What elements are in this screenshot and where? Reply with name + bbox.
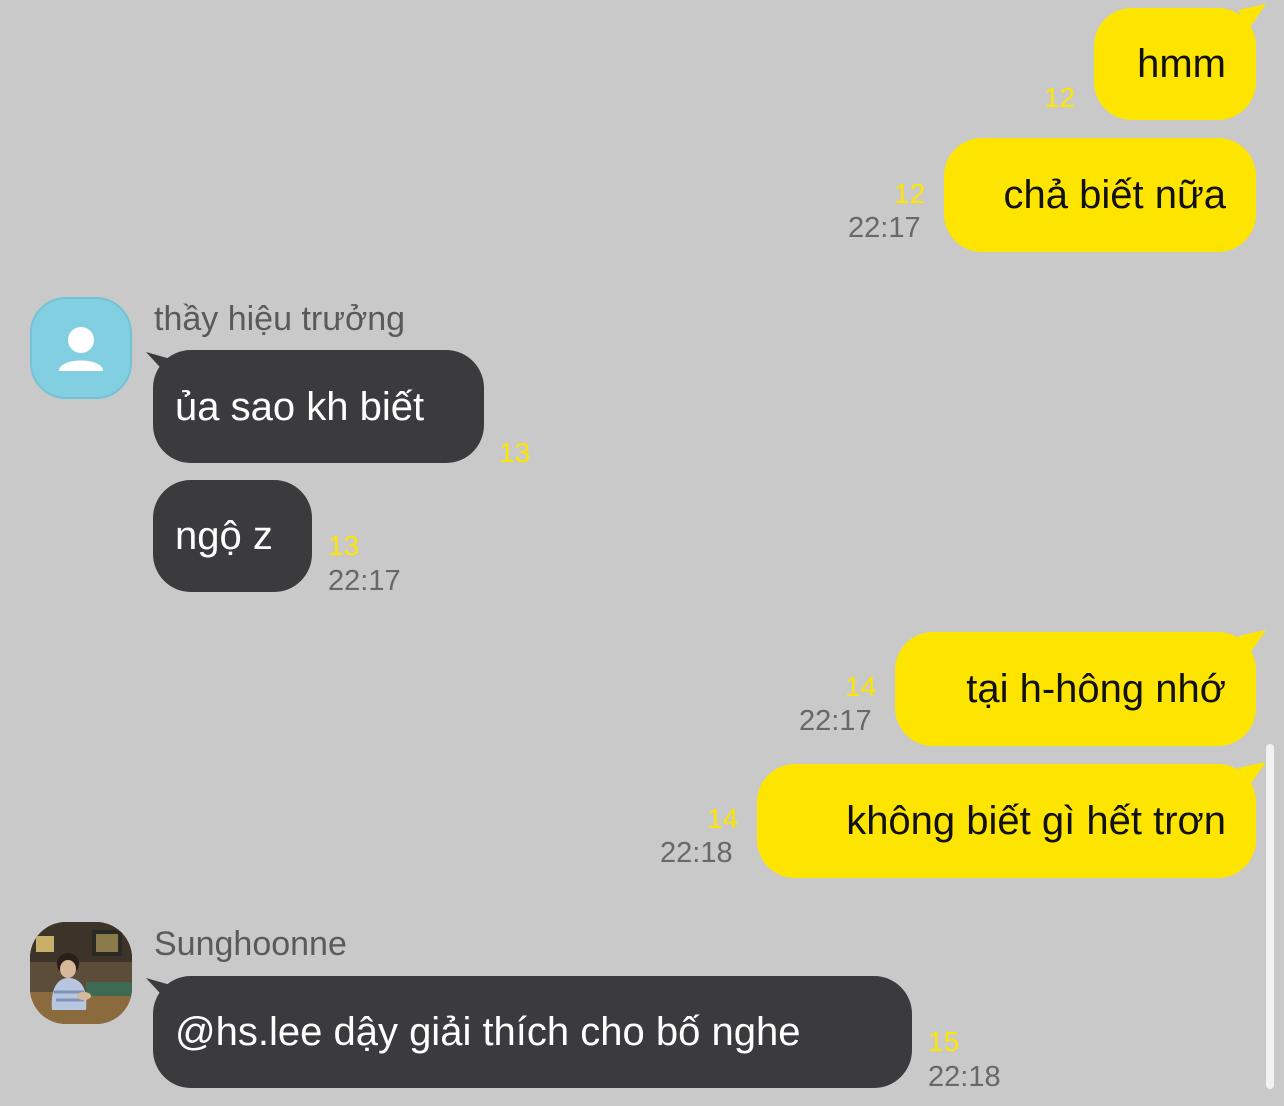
message-timestamp: 22:18 bbox=[928, 1061, 1001, 1093]
message-timestamp: 22:18 bbox=[660, 837, 733, 869]
default-avatar[interactable] bbox=[30, 297, 132, 399]
unread-count: 12 bbox=[894, 178, 926, 209]
outgoing-message-bubble[interactable]: hmm bbox=[1094, 8, 1256, 120]
bubble-tail bbox=[1238, 762, 1266, 788]
message-timestamp: 22:17 bbox=[848, 212, 921, 244]
profile-photo bbox=[30, 922, 132, 1024]
message-text: ngộ z bbox=[175, 514, 273, 558]
bubble-tail bbox=[1238, 630, 1266, 656]
unread-count: 14 bbox=[845, 671, 877, 702]
unread-count: 13 bbox=[499, 437, 531, 468]
message-timestamp: 22:17 bbox=[799, 705, 872, 737]
incoming-message-bubble[interactable]: ngộ z bbox=[153, 480, 312, 592]
unread-count: 14 bbox=[707, 803, 739, 834]
sender-name: thầy hiệu trưởng bbox=[154, 300, 406, 338]
unread-count: 13 bbox=[328, 530, 360, 561]
message-timestamp: 22:17 bbox=[328, 565, 401, 597]
message-text: @hs.lee dậy giải thích cho bố nghe bbox=[175, 1010, 801, 1054]
scrollbar[interactable] bbox=[1266, 744, 1274, 1089]
message-text: tại h-hông nhớ bbox=[966, 667, 1226, 711]
message-text: không biết gì hết trơn bbox=[846, 799, 1226, 843]
person-icon bbox=[59, 327, 103, 371]
profile-photo-avatar[interactable] bbox=[30, 922, 132, 1024]
outgoing-message-bubble[interactable]: tại h-hông nhớ bbox=[895, 632, 1256, 746]
message-text: ủa sao kh biết bbox=[175, 384, 425, 429]
unread-count: 15 bbox=[928, 1026, 960, 1057]
outgoing-message-bubble[interactable]: chả biết nữa bbox=[944, 138, 1256, 252]
bubble-tail bbox=[1238, 4, 1266, 30]
message-text: chả biết nữa bbox=[1003, 173, 1226, 217]
incoming-message-bubble[interactable]: ủa sao kh biết bbox=[153, 350, 484, 463]
incoming-message-bubble[interactable]: @hs.lee dậy giải thích cho bố nghe bbox=[153, 976, 912, 1088]
unread-count: 12 bbox=[1044, 82, 1076, 113]
sender-name: Sunghoonne bbox=[154, 925, 347, 963]
outgoing-message-bubble[interactable]: không biết gì hết trơn bbox=[757, 764, 1256, 878]
message-text: hmm bbox=[1137, 42, 1226, 86]
